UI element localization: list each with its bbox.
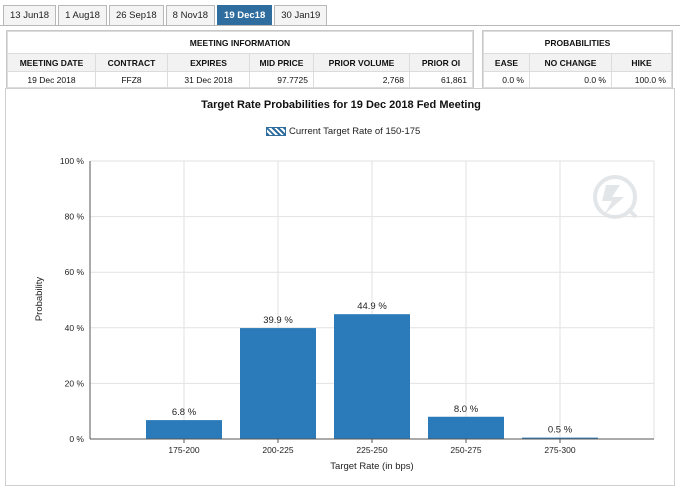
prior-oi-value: 61,861 [409,71,473,88]
header-hike: HIKE [611,53,672,72]
tab-30-jan19[interactable]: 30 Jan19 [274,5,328,25]
bar-value-label: 0.5 % [548,425,573,436]
meeting-information-row: 19 Dec 2018 FFZ8 31 Dec 2018 97.7725 2,7… [7,71,473,88]
mid-price-value: 97.7725 [249,71,314,88]
bar [334,314,410,439]
tab-8-nov18[interactable]: 8 Nov18 [165,5,216,25]
tab-13-jun18[interactable]: 13 Jun18 [3,5,57,25]
y-tick-label: 0 % [69,434,84,444]
header-prior-volume: PRIOR VOLUME [313,53,410,72]
probabilities-title: PROBABILITIES [483,31,672,54]
header-expires: EXPIRES [167,53,250,72]
bar-value-label: 8.0 % [454,404,479,415]
y-tick-label: 20 % [65,378,85,388]
watermark-logo-icon [593,175,638,219]
header-meeting-date: MEETING DATE [7,53,96,72]
y-tick-label: 100 % [60,156,85,166]
y-tick-label: 60 % [65,267,85,277]
probabilities-panel: PROBABILITIES EASE NO CHANGE HIKE 0.0 % … [482,30,673,89]
x-tick-label: 225-250 [356,445,387,455]
ease-value: 0.0 % [483,71,530,88]
tab-1-aug18[interactable]: 1 Aug18 [58,5,107,25]
header-contract: CONTRACT [95,53,168,72]
header-prior-oi: PRIOR OI [409,53,473,72]
meeting-information-table: MEETING INFORMATION MEETING DATE CONTRAC… [7,31,473,88]
bar [428,416,504,439]
meeting-information-panel: MEETING INFORMATION MEETING DATE CONTRAC… [6,30,474,89]
bar [146,420,222,439]
header-ease: EASE [483,53,530,72]
tab-26-sep18[interactable]: 26 Sep18 [108,5,164,25]
meeting-tabs: 13 Jun18 1 Aug18 26 Sep18 8 Nov18 19 Dec… [3,5,329,26]
contract-value: FFZ8 [95,71,168,88]
probabilities-row: 0.0 % 0.0 % 100.0 % [483,71,672,88]
bar [240,328,316,439]
bar-value-label: 44.9 % [357,301,387,312]
meeting-information-title: MEETING INFORMATION [7,31,473,54]
meeting-date-value: 19 Dec 2018 [7,71,96,88]
x-tick-label: 250-275 [450,445,481,455]
probabilities-table: PROBABILITIES EASE NO CHANGE HIKE 0.0 % … [483,31,672,88]
x-axis-label: Target Rate (in bps) [330,461,413,472]
header-mid-price: MID PRICE [249,53,314,72]
tab-19-dec18[interactable]: 19 Dec18 [217,5,273,25]
bar-chart: 6.8 % 39.9 % 44.9 % 8.0 % 0.5 % 0 % 20 % 40 % 6… [34,156,655,472]
y-tick-label: 80 % [65,212,85,222]
y-axis-label: Probability [34,277,45,322]
bar-value-label: 6.8 % [172,407,197,418]
prior-volume-value: 2,768 [313,71,410,88]
bar-value-label: 39.9 % [263,315,293,326]
probability-chart-panel: Target Rate Probabilities for 19 Dec 201… [5,88,675,486]
expires-value: 31 Dec 2018 [167,71,250,88]
hike-value: 100.0 % [611,71,672,88]
x-tick-label: 200-225 [262,445,293,455]
tab-divider [0,25,680,26]
x-tick-label: 275-300 [544,445,575,455]
no-change-value: 0.0 % [529,71,612,88]
header-no-change: NO CHANGE [529,53,612,72]
y-tick-label: 40 % [65,323,85,333]
x-tick-label: 175-200 [168,445,199,455]
